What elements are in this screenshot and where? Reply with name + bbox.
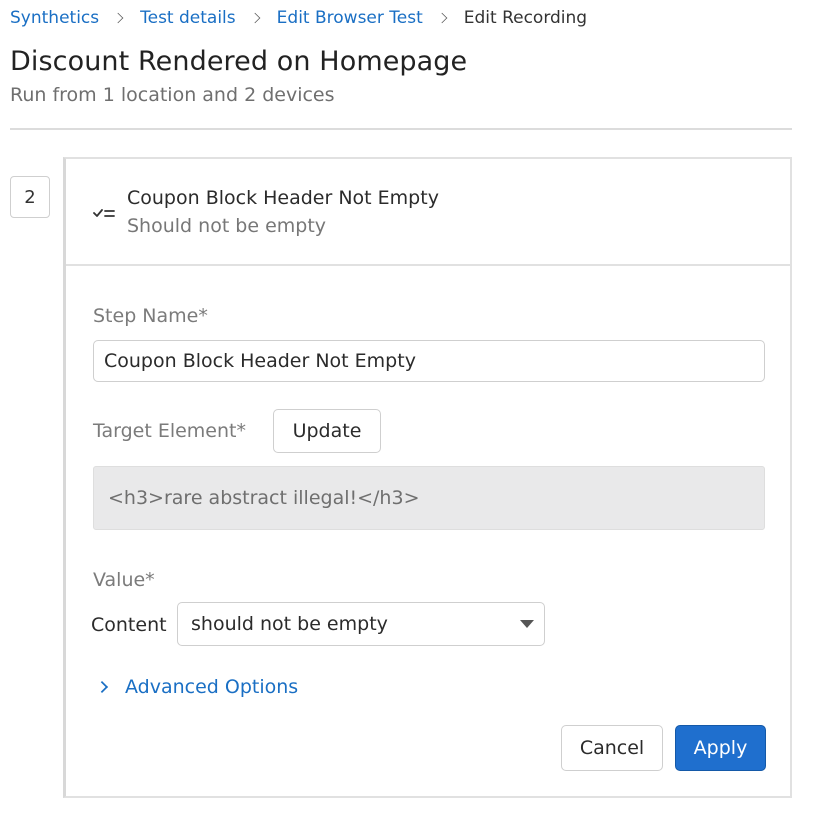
target-element-field: <h3>rare abstract illegal!</h3> [93,466,765,530]
cancel-button[interactable]: Cancel [561,725,663,771]
caret-down-icon [520,620,534,628]
step-description: Should not be empty [127,215,327,237]
chevron-right-icon [249,12,260,24]
update-button[interactable]: Update [273,409,381,453]
content-condition-value: should not be empty [191,613,388,635]
chevron-right-icon [95,680,109,694]
step-title: Coupon Block Header Not Empty [127,187,439,209]
breadcrumb-edit-browser-test[interactable]: Edit Browser Test [277,8,423,28]
chevron-right-icon [112,12,124,24]
content-condition-select[interactable]: should not be empty [177,602,545,646]
step-number-badge: 2 [10,176,50,218]
page-subtitle: Run from 1 location and 2 devices [10,84,335,106]
content-label: Content [91,614,167,636]
step-name-input[interactable]: Coupon Block Header Not Empty [93,340,765,382]
step-editor-card: Coupon Block Header Not Empty Should not… [63,157,792,798]
chevron-right-icon [436,12,448,24]
value-label: Value* [93,569,155,591]
breadcrumb-synthetics[interactable]: Synthetics [10,8,99,28]
step-name-label: Step Name* [93,305,208,327]
target-element-label: Target Element* [93,420,246,442]
advanced-options-label: Advanced Options [125,676,299,698]
assertion-checklist-icon [93,205,117,221]
breadcrumb-test-details[interactable]: Test details [140,8,236,28]
header-divider [10,128,792,130]
breadcrumb: Synthetics Test details Edit Browser Tes… [10,5,587,31]
breadcrumb-current: Edit Recording [463,8,588,28]
advanced-options-toggle[interactable]: Advanced Options [95,674,299,700]
page-title: Discount Rendered on Homepage [10,46,468,77]
step-header[interactable]: Coupon Block Header Not Empty Should not… [66,159,790,266]
apply-button[interactable]: Apply [675,725,766,771]
